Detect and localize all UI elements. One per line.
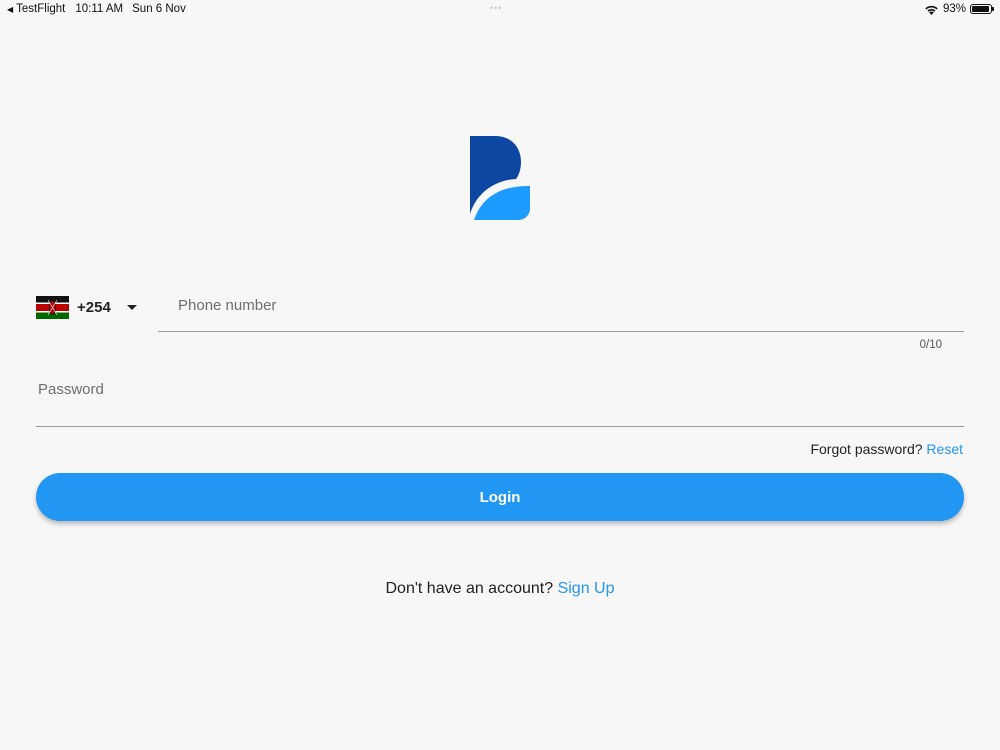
wifi-icon: [925, 5, 938, 15]
brand-logo-icon: [470, 136, 530, 220]
dial-code[interactable]: +254: [77, 299, 111, 316]
chevron-down-icon[interactable]: [126, 305, 137, 310]
login-button[interactable]: Login: [36, 473, 964, 521]
status-right: 93%: [924, 3, 994, 15]
phone-field[interactable]: [158, 280, 964, 332]
country-code-picker[interactable]: +254: [36, 296, 137, 319]
back-app-label[interactable]: TestFlight: [16, 3, 65, 15]
signup-link[interactable]: Sign Up: [558, 580, 615, 597]
reset-link[interactable]: Reset: [926, 441, 963, 457]
status-time: 10:11 AM: [75, 3, 124, 15]
forgot-password-row: Forgot password? Reset: [810, 441, 963, 457]
status-bar: ◀ TestFlight 10:11 AM Sun 6 Nov ••• 93%: [0, 0, 1000, 20]
forgot-password-text: Forgot password?: [810, 441, 923, 457]
battery-icon: [970, 4, 994, 14]
password-field[interactable]: [36, 372, 964, 427]
kenya-flag-icon: [36, 296, 69, 319]
phone-input[interactable]: [158, 280, 964, 331]
battery-fill: [972, 6, 989, 12]
back-arrow-icon[interactable]: ◀: [7, 5, 13, 14]
signup-text: Don't have an account?: [385, 580, 554, 597]
multitasking-dots-icon[interactable]: •••: [490, 3, 502, 13]
phone-char-counter: 0/10: [919, 339, 942, 351]
battery-percent: 93%: [942, 3, 966, 15]
signup-row: Don't have an account? Sign Up: [0, 580, 1000, 598]
password-input[interactable]: [36, 372, 964, 426]
status-left: ◀ TestFlight 10:11 AM Sun 6 Nov: [7, 3, 186, 15]
status-date: Sun 6 Nov: [132, 3, 186, 15]
